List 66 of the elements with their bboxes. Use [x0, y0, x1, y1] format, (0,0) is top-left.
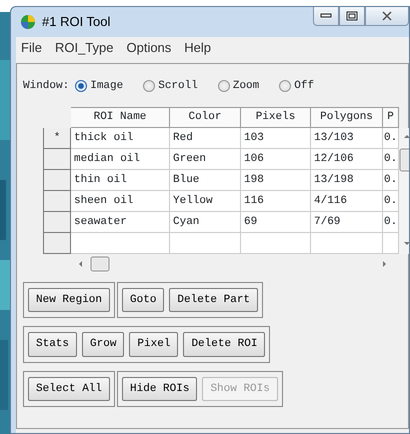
maximize-button[interactable] [339, 7, 365, 26]
radio-button[interactable] [218, 80, 230, 92]
column-header[interactable]: P [383, 106, 399, 128]
radio-button[interactable] [75, 80, 88, 92]
column-header[interactable]: ROI Name [71, 106, 170, 128]
table-cell: 198 [241, 170, 311, 190]
button[interactable]: New Region [28, 288, 110, 312]
button[interactable]: Select All [28, 376, 110, 401]
radio-button[interactable] [279, 80, 292, 92]
column-header[interactable]: Pixels [241, 106, 311, 128]
minimize-icon [320, 13, 332, 19]
radio-label: Image [90, 79, 124, 94]
radio-label: Zoom [232, 79, 260, 94]
table-cell: 69 [241, 212, 311, 232]
table-cell: Blue [170, 170, 241, 190]
table-cell: 7/69 [311, 212, 383, 232]
app-icon [20, 14, 36, 30]
table-cell: 13/103 [311, 128, 383, 148]
maximize-icon [346, 11, 358, 21]
column-header[interactable]: Color [170, 106, 241, 128]
row-header[interactable]: * [43, 128, 71, 148]
table-cell: 0. [383, 170, 399, 190]
button[interactable]: Pixel [129, 332, 178, 356]
row-header[interactable] [43, 190, 71, 212]
table-cell: 13/198 [311, 170, 383, 190]
menu-item[interactable]: Options [126, 38, 172, 58]
table-cell: 0. [383, 148, 399, 170]
row-header[interactable] [43, 212, 71, 232]
button[interactable]: Hide ROIs [122, 376, 198, 401]
row-header[interactable] [43, 148, 71, 170]
table-cell: Red [170, 128, 241, 148]
button[interactable]: Delete Part [169, 288, 258, 312]
button[interactable]: Stats [28, 332, 78, 356]
table-cell: 12/106 [311, 148, 383, 170]
table-cell: thin oil [71, 170, 170, 190]
table-cell: thick oil [71, 128, 170, 148]
table-cell: sheen oil [71, 190, 170, 212]
minimize-button[interactable] [313, 7, 339, 26]
menu-item[interactable]: Help [184, 38, 212, 58]
table-cell: median oil [71, 148, 170, 170]
radio-label: Off [294, 79, 314, 94]
menu-item[interactable]: ROI_Type [54, 38, 114, 58]
table-cell: Yellow [170, 190, 241, 212]
table-cell: 0. [383, 128, 399, 148]
button[interactable]: Goto [122, 288, 164, 312]
row-header[interactable] [43, 170, 71, 190]
table-cell: 103 [241, 128, 311, 148]
button[interactable]: Delete ROI [183, 332, 266, 356]
table-cell: 0. [383, 190, 399, 212]
table-cell: seawater [71, 212, 170, 232]
field-label: Window: [23, 79, 70, 94]
table-cell: 0. [383, 212, 399, 232]
menu-item[interactable]: File [21, 38, 42, 58]
row-header[interactable] [43, 232, 71, 254]
button[interactable]: Grow [82, 332, 124, 356]
radio-label: Scroll [158, 79, 198, 94]
close-button[interactable] [365, 7, 409, 26]
table-cell: 4/116 [311, 190, 383, 212]
table-cell: 106 [241, 148, 311, 170]
column-header[interactable]: Polygons [311, 106, 383, 128]
table-cell: Cyan [170, 212, 241, 232]
window-title: #1 ROI Tool [42, 13, 110, 32]
close-icon [382, 11, 392, 21]
table-cell: Green [170, 148, 241, 170]
table-cell: 116 [241, 190, 311, 212]
radio-button[interactable] [143, 80, 156, 92]
